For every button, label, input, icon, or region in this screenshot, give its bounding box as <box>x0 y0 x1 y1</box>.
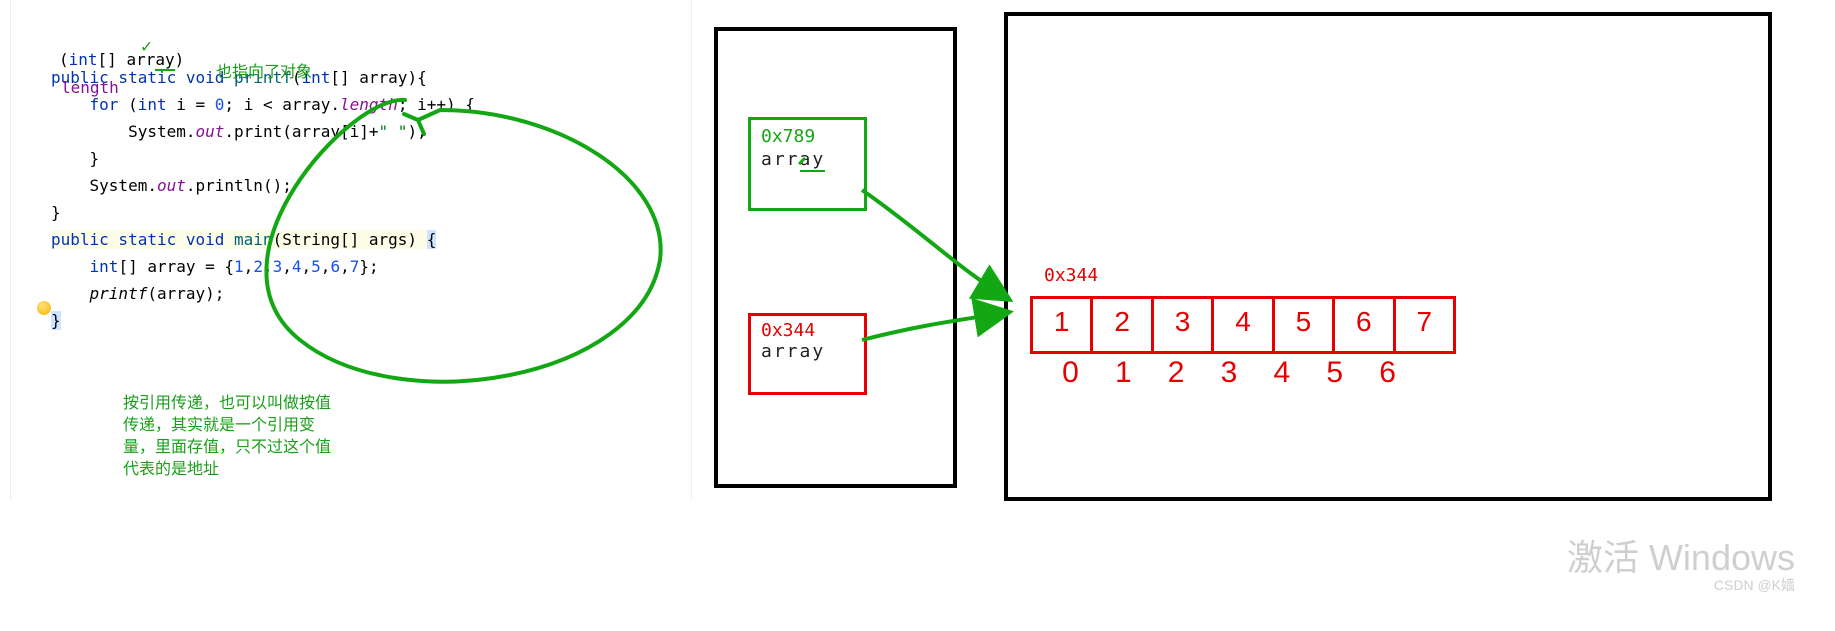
array-cell: 4 <box>1214 299 1274 351</box>
fragment-length: length <box>61 78 119 97</box>
commentary-pass-by-reference: 按引用传递，也可以叫做按值传递，其实就是一个引用变量，里面存值，只不过这个值代表… <box>123 393 331 481</box>
array-cell: 2 <box>1093 299 1153 351</box>
array-cell: 6 <box>1335 299 1395 351</box>
array-cell: 3 <box>1154 299 1214 351</box>
lightbulb-icon[interactable] <box>37 301 51 315</box>
addr-main: 0x344 <box>751 316 864 341</box>
array-cell: 5 <box>1275 299 1335 351</box>
array-cell: 1 <box>1033 299 1093 351</box>
array-cell: 7 <box>1396 299 1453 351</box>
partial-signature: (int[] array) <box>59 50 184 69</box>
array-indices: 0 1 2 3 4 5 6 <box>1044 356 1414 390</box>
var-main: array <box>751 341 864 362</box>
watermark-csdn: CSDN @K嫱 <box>1714 575 1795 595</box>
checkmark-icon: ✓ <box>141 36 152 57</box>
watermark-activate-windows: 激活 Windows <box>1567 529 1795 581</box>
stack-memory-box <box>714 27 957 488</box>
addr-printf: 0x789 <box>751 120 864 147</box>
var-printf: array <box>751 147 864 172</box>
heap-array-object: 1 2 3 4 5 6 7 <box>1030 296 1456 354</box>
annotation-points-to-object: 也指向了对象 <box>216 58 312 82</box>
stack-frame-printf: 0x789 array <box>748 117 867 211</box>
code-editor[interactable]: (int[] array) ✓ 也指向了对象 length public sta… <box>10 0 692 500</box>
heap-memory-box <box>1004 12 1772 501</box>
stack-frame-main: 0x344 array <box>748 313 867 395</box>
heap-obj-addr: 0x344 <box>1044 265 1098 286</box>
